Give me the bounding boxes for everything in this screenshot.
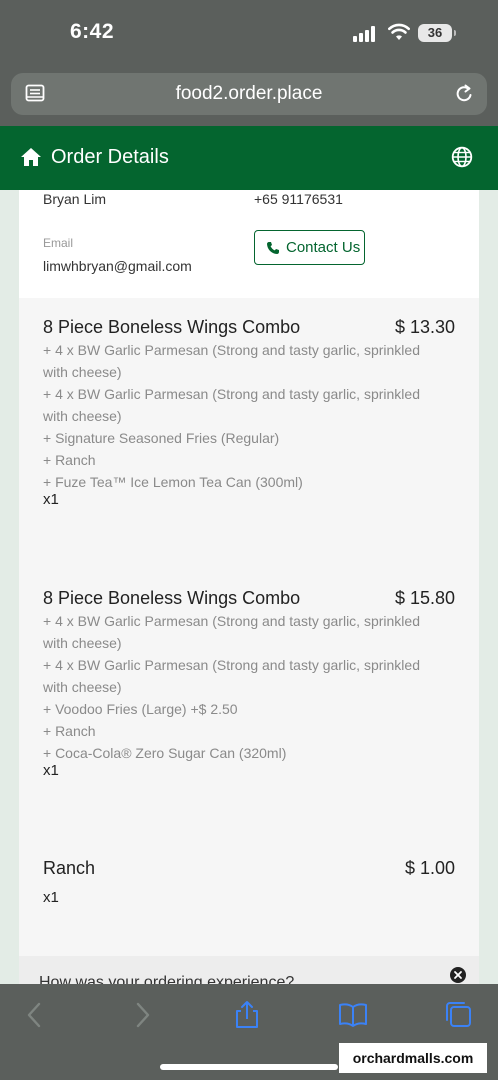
- close-icon[interactable]: [450, 967, 466, 983]
- customer-name: Bryan Lim: [43, 191, 107, 207]
- order-content: Bryan Lim +65 91176531 Email limwhbryan@…: [19, 190, 479, 984]
- item-price: $ 1.00: [404, 858, 455, 878]
- back-icon[interactable]: [20, 1000, 50, 1030]
- share-icon[interactable]: [232, 1000, 262, 1030]
- item-quantity: x1: [43, 762, 59, 779]
- browser-address-area: food2.order.place: [0, 66, 498, 126]
- order-items-list: 8 Piece Boneless Wings Combo $ 13.30 + 4…: [19, 298, 479, 984]
- forward-icon[interactable]: [127, 1000, 157, 1030]
- item-name: 8 Piece Boneless Wings Combo: [43, 588, 301, 608]
- contact-us-button[interactable]: Contact Us: [254, 230, 365, 265]
- home-icon[interactable]: [20, 147, 42, 167]
- address-bar[interactable]: food2.order.place: [11, 73, 487, 115]
- wifi-icon: [388, 23, 410, 40]
- item-modifier: + Voodoo Fries (Large) +$ 2.50: [43, 701, 238, 717]
- feedback-prompt[interactable]: How was your ordering experience?: [19, 956, 479, 984]
- order-item: Ranch $ 1.00 x1: [19, 858, 479, 918]
- order-item: 8 Piece Boneless Wings Combo $ 13.30 + 4…: [19, 317, 479, 547]
- item-modifier: + Ranch: [43, 723, 96, 739]
- bookmarks-icon[interactable]: [338, 1000, 368, 1030]
- item-modifier: + 4 x BW Garlic Parmesan (Strong and tas…: [43, 342, 420, 380]
- app-header: Order Details: [0, 126, 498, 190]
- signal-icon: [353, 26, 379, 42]
- item-name: Ranch: [43, 858, 96, 878]
- item-modifier: + 4 x BW Garlic Parmesan (Strong and tas…: [43, 386, 420, 424]
- item-quantity: x1: [43, 889, 59, 906]
- order-item: 8 Piece Boneless Wings Combo $ 15.80 + 4…: [19, 588, 479, 818]
- globe-icon[interactable]: [451, 146, 473, 168]
- customer-phone: +65 91176531: [254, 191, 343, 207]
- watermark: orchardmalls.com: [339, 1043, 487, 1073]
- item-modifier: + 4 x BW Garlic Parmesan (Strong and tas…: [43, 613, 420, 651]
- item-price: $ 13.30: [394, 317, 455, 337]
- tabs-icon[interactable]: [444, 1000, 474, 1030]
- item-modifiers: + 4 x BW Garlic Parmesan (Strong and tas…: [43, 610, 438, 764]
- item-modifier: + Ranch: [43, 452, 96, 468]
- page-title: Order Details: [51, 146, 169, 168]
- item-price: $ 15.80: [394, 588, 455, 608]
- phone-icon: [267, 241, 279, 254]
- customer-email: limwhbryan@gmail.com: [43, 258, 192, 274]
- item-quantity: x1: [43, 491, 59, 508]
- contact-us-label: Contact Us: [286, 239, 361, 256]
- item-modifiers: + 4 x BW Garlic Parmesan (Strong and tas…: [43, 339, 438, 493]
- home-indicator: [160, 1064, 338, 1070]
- url-text: food2.order.place: [175, 83, 323, 104]
- feedback-text: How was your ordering experience?: [39, 974, 295, 984]
- item-modifier: + 4 x BW Garlic Parmesan (Strong and tas…: [43, 657, 420, 695]
- reload-icon[interactable]: [453, 83, 475, 105]
- item-modifier: + Signature Seasoned Fries (Regular): [43, 430, 280, 446]
- item-name: 8 Piece Boneless Wings Combo: [43, 317, 301, 337]
- battery-indicator: 36: [418, 24, 456, 42]
- item-modifier: + Fuze Tea™ Ice Lemon Tea Can (300ml): [43, 474, 303, 490]
- status-time: 6:42: [70, 20, 115, 43]
- customer-info-card: Bryan Lim +65 91176531 Email limwhbryan@…: [19, 190, 479, 298]
- email-label: Email: [43, 236, 74, 250]
- status-bar: 6:42 36: [0, 0, 498, 66]
- item-modifier: + Coca-Cola® Zero Sugar Can (320ml): [43, 745, 287, 761]
